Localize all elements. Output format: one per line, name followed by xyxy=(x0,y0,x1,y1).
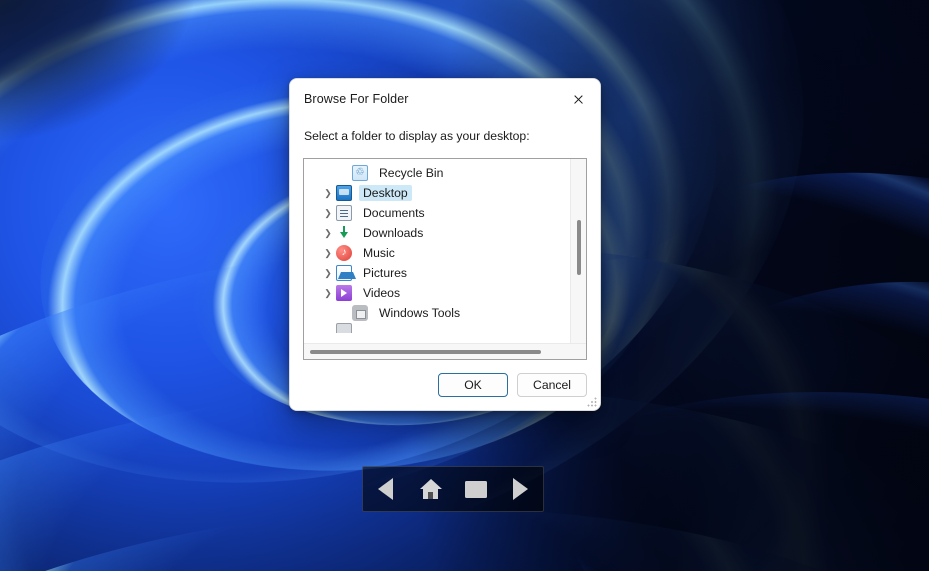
folder-icon xyxy=(336,323,352,333)
chevron-right-icon[interactable]: ❯ xyxy=(320,205,336,221)
chevron-right-icon[interactable]: ❯ xyxy=(320,285,336,301)
tree-item-label: Documents xyxy=(363,206,425,220)
triangle-left-icon xyxy=(378,478,393,500)
triangle-right-icon xyxy=(513,478,528,500)
tree-item-music[interactable]: ❯ Music xyxy=(304,243,570,263)
documents-icon xyxy=(336,205,352,221)
navigation-bar xyxy=(362,466,544,512)
cancel-button[interactable]: Cancel xyxy=(517,373,587,397)
tree-item-pictures[interactable]: ❯ Pictures xyxy=(304,263,570,283)
tree-item-desktop[interactable]: ❯ Desktop xyxy=(304,183,570,203)
close-button[interactable] xyxy=(556,79,600,119)
resize-grip[interactable] xyxy=(587,397,597,407)
tree-item-windows-tools[interactable]: ❯ Windows Tools xyxy=(304,303,570,323)
desktop-icon xyxy=(336,185,352,201)
tree-item-label: Windows Tools xyxy=(379,306,461,320)
horizontal-scrollbar[interactable] xyxy=(304,343,586,359)
tree-item-label: Downloads xyxy=(363,226,424,240)
dialog-titlebar[interactable]: Browse For Folder xyxy=(290,79,600,119)
tree-item-label: Music xyxy=(363,246,395,260)
forward-button[interactable] xyxy=(504,472,538,506)
tree-spacer: ❯ xyxy=(336,165,352,181)
dialog-prompt: Select a folder to display as your deskt… xyxy=(304,129,530,143)
tree-item-downloads[interactable]: ❯ Downloads xyxy=(304,223,570,243)
dialog-title: Browse For Folder xyxy=(304,92,409,106)
tree-item-label: Pictures xyxy=(363,266,408,280)
ok-button[interactable]: OK xyxy=(438,373,508,397)
tree-item-documents[interactable]: ❯ Documents xyxy=(304,203,570,223)
folder-tree[interactable]: ❯ Recycle Bin ❯ Desktop ❯ Documents ❯ Downloads… xyxy=(304,159,570,333)
videos-icon xyxy=(336,285,352,301)
downloads-icon xyxy=(336,225,352,241)
vertical-scrollbar-thumb[interactable] xyxy=(577,219,581,275)
chevron-right-icon[interactable]: ❯ xyxy=(320,185,336,201)
tree-item-partial[interactable] xyxy=(304,323,570,333)
back-button[interactable] xyxy=(369,472,403,506)
windows-tools-icon xyxy=(352,305,368,321)
chevron-right-icon[interactable]: ❯ xyxy=(320,245,336,261)
desktop[interactable]: Browse For Folder Select a folder to dis… xyxy=(0,0,929,571)
tree-spacer: ❯ xyxy=(336,305,352,321)
tree-item-label: Desktop xyxy=(359,185,412,201)
music-icon xyxy=(336,245,352,261)
tree-item-label: Recycle Bin xyxy=(379,166,444,180)
tree-item-label: Videos xyxy=(363,286,401,300)
folder-tree-viewport[interactable]: ❯ Recycle Bin ❯ Desktop ❯ Documents ❯ Downloads… xyxy=(304,159,570,343)
horizontal-scrollbar-thumb[interactable] xyxy=(309,350,541,354)
dialog-button-bar: OK Cancel xyxy=(290,360,600,410)
home-button[interactable] xyxy=(414,472,448,506)
pictures-icon xyxy=(336,265,356,281)
folder-tree-container: ❯ Recycle Bin ❯ Desktop ❯ Documents ❯ Downloads… xyxy=(303,158,587,360)
recycle-bin-icon xyxy=(352,165,368,181)
vertical-scrollbar[interactable] xyxy=(570,159,586,343)
close-icon xyxy=(573,94,584,105)
tree-item-videos[interactable]: ❯ Videos xyxy=(304,283,570,303)
browse-for-folder-dialog: Browse For Folder Select a folder to dis… xyxy=(289,78,601,411)
home-icon xyxy=(419,479,442,499)
recents-button[interactable] xyxy=(459,472,493,506)
chevron-right-icon[interactable]: ❯ xyxy=(320,225,336,241)
chevron-right-icon[interactable]: ❯ xyxy=(320,265,336,281)
square-icon xyxy=(464,480,487,498)
tree-item-recycle-bin[interactable]: ❯ Recycle Bin xyxy=(304,163,570,183)
